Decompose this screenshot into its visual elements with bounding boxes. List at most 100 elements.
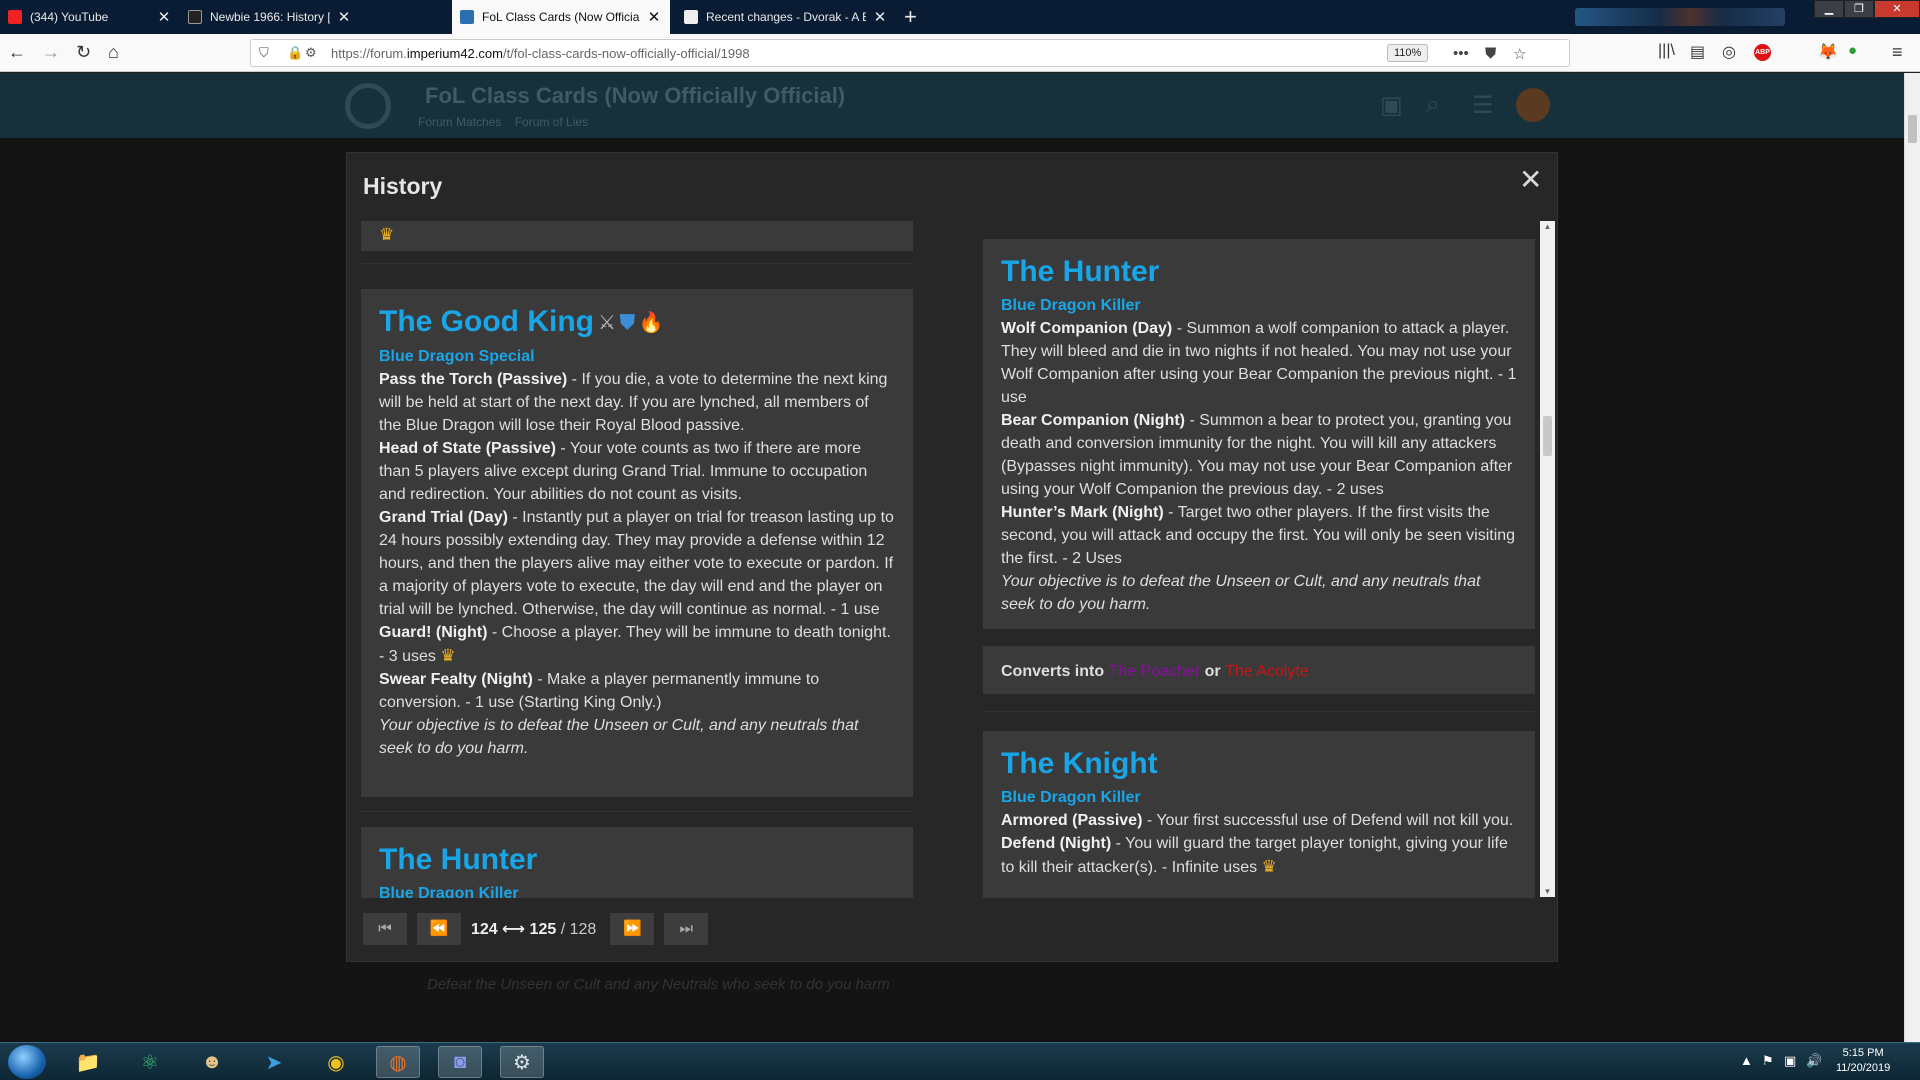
first-revision-button[interactable]: ⏮ [363, 913, 407, 945]
action-center-flag-icon[interactable]: ⚑ [1762, 1053, 1774, 1069]
card-faction: Blue Dragon Killer [379, 885, 519, 898]
ability-text: - Your first successful use of Defend wi… [1142, 812, 1514, 829]
close-icon[interactable]: ✕ [1519, 163, 1542, 196]
history-diff-body: ♛ The Good King ⚔ ⛊ 🔥 Blue Dragon Special P… [361, 221, 1539, 898]
tab-title: (344) YouTube [30, 10, 109, 24]
tab-dvorak[interactable]: Recent changes - Dvorak - A Bl ✕ [676, 0, 896, 34]
search-icon[interactable]: ⌕ [1426, 91, 1439, 119]
card-title: The Good King ⚔ ⛊ 🔥 [379, 303, 895, 342]
menu-icon[interactable]: ≡ [1892, 42, 1903, 63]
tab-title: Newbie 1966: History [Day 1] - [210, 10, 330, 24]
new-tab-button[interactable]: + [904, 4, 917, 30]
atom-icon[interactable]: ⚛ [128, 1046, 172, 1078]
pocket-icon[interactable]: ⛊ [1485, 45, 1496, 62]
file-explorer-icon[interactable]: 📁 [66, 1046, 110, 1078]
volume-icon[interactable]: 🔊 [1806, 1053, 1822, 1069]
close-icon[interactable]: ✕ [336, 8, 352, 26]
tab-title: FoL Class Cards (Now Officially [482, 10, 640, 24]
ability: Pass the Torch (Passive) - If you die, a… [379, 368, 895, 437]
site-logo[interactable] [345, 83, 391, 129]
previous-card-tail: ♛ [361, 221, 913, 251]
tray-expand-icon[interactable]: ▲ [1740, 1053, 1753, 1068]
page-scrollbar[interactable] [1904, 73, 1920, 1042]
card-title-text: The Good King [379, 305, 594, 338]
scroll-down-arrow[interactable]: ▼ [1540, 887, 1555, 896]
last-revision-button[interactable]: ⏭ [664, 913, 709, 945]
chrome-icon[interactable]: ◉ [314, 1046, 358, 1078]
tab-youtube[interactable]: (344) YouTube ✕ [0, 0, 180, 34]
breadcrumb: Forum Matches Forum of Lies [418, 115, 588, 129]
discord-icon[interactable]: ▣ [1380, 91, 1403, 120]
card-objective: Your objective is to defeat the Unseen o… [379, 717, 859, 758]
discord-icon[interactable]: ◙ [438, 1046, 482, 1078]
card-faction: Blue Dragon Killer [1001, 297, 1141, 314]
lock-icon[interactable]: 🔒 [287, 45, 303, 61]
firefox-icon[interactable]: ◍ [376, 1046, 420, 1078]
avatar[interactable] [1516, 88, 1550, 122]
zoom-indicator[interactable]: 110% [1387, 44, 1429, 62]
bookmark-star-icon[interactable]: ☆ [1513, 45, 1526, 63]
card-title: The Hunter [379, 843, 538, 876]
forum-icon [188, 10, 202, 24]
modal-scrollbar-thumb[interactable] [1543, 416, 1552, 456]
account-icon[interactable]: ◎ [1722, 42, 1736, 62]
adblock-icon[interactable]: ABP [1754, 44, 1771, 61]
metamask-icon[interactable]: 🦊 [1818, 42, 1838, 62]
window-controls: ▁ ❐ ✕ [1814, 0, 1920, 18]
crumb-forum-matches[interactable]: Forum Matches [418, 115, 501, 129]
window-close-button[interactable]: ✕ [1874, 0, 1920, 18]
forward-icon[interactable]: → [42, 42, 60, 63]
tab-newbie-history[interactable]: Newbie 1966: History [Day 1] - ✕ [180, 0, 360, 34]
sidebar-icon[interactable]: ▤ [1690, 42, 1705, 62]
fire-icon: 🔥 [638, 312, 664, 335]
tab-fol-class-cards[interactable]: FoL Class Cards (Now Officially ✕ [452, 0, 670, 34]
converts-poacher: The Poacher [1108, 663, 1201, 680]
card-converts: Converts into The Poacher or The Acolyte [983, 646, 1535, 694]
page-actions-icon[interactable]: ••• [1453, 45, 1469, 62]
scroll-up-arrow[interactable]: ▲ [1540, 222, 1555, 231]
ability-name: Hunter’s Mark (Night) [1001, 504, 1164, 521]
back-icon[interactable]: ← [8, 42, 26, 63]
clock-date: 11/20/2019 [1836, 1062, 1891, 1074]
youtube-icon [8, 10, 22, 24]
home-icon[interactable]: ⌂ [108, 42, 119, 63]
ability: Defend (Night) - You will guard the targ… [1001, 832, 1517, 879]
history-pager: ⏮ ⏪ 124 ⟷ 125 / 128 ⏩ ⏭ [363, 912, 718, 946]
url-text: https://forum.imperium42.com/t/fol-class… [331, 46, 750, 61]
telegram-icon[interactable]: ➤ [252, 1046, 296, 1078]
url-bar[interactable]: ⛉ 🔒 ⚙ https://forum.imperium42.com/t/fol… [250, 39, 1570, 67]
next-revision-button[interactable]: ⏩ [610, 913, 655, 945]
system-clock[interactable]: 5:15 PM 11/20/2019 [1836, 1046, 1890, 1076]
network-icon[interactable]: ▣ [1784, 1053, 1796, 1069]
hamburger-icon[interactable]: ☰ [1472, 91, 1494, 120]
converts-acolyte: The Acolyte [1225, 663, 1309, 680]
steam-icon[interactable]: ⚙ [500, 1046, 544, 1078]
forum-header: FoL Class Cards (Now Officially Official… [0, 73, 1904, 138]
extension-icon[interactable]: ● [1848, 42, 1857, 59]
reload-icon[interactable]: ↻ [76, 42, 91, 63]
close-icon[interactable]: ✕ [646, 8, 662, 26]
close-icon[interactable]: ✕ [156, 8, 172, 26]
start-button[interactable] [8, 1045, 46, 1079]
maximize-button[interactable]: ❐ [1844, 0, 1874, 18]
modal-scrollbar[interactable]: ▲ ▼ [1540, 221, 1555, 897]
card-hunter-peek: The Hunter Blue Dragon Killer [361, 827, 913, 898]
ability-name: Swear Fealty (Night) [379, 671, 533, 689]
ability: Guard! (Night) - Choose a player. They w… [379, 621, 895, 668]
tracking-shield-icon[interactable]: ⛉ [259, 45, 269, 61]
revision-to: 125 [529, 921, 557, 938]
topic-title[interactable]: FoL Class Cards (Now Officially Official… [425, 83, 845, 109]
library-icon[interactable]: |||\ [1658, 42, 1675, 60]
background-post-text: Defeat the Unseen or Cult and any Neutra… [427, 976, 890, 993]
permissions-icon[interactable]: ⚙ [305, 45, 317, 61]
monkey-app-icon[interactable]: ☻ [190, 1046, 234, 1078]
revision-right: The Hunter Blue Dragon Killer Wolf Compa… [983, 221, 1539, 898]
converts-label: Converts into [1001, 663, 1105, 680]
previous-revision-button[interactable]: ⏪ [417, 913, 461, 945]
close-icon[interactable]: ✕ [872, 8, 888, 26]
crumb-forum-of-lies[interactable]: Forum of Lies [515, 115, 588, 129]
minimize-button[interactable]: ▁ [1814, 0, 1844, 18]
scrollbar-thumb[interactable] [1908, 115, 1917, 143]
modal-title: History [363, 173, 443, 199]
card-objective: Your objective is to defeat the Unseen o… [1001, 573, 1481, 613]
